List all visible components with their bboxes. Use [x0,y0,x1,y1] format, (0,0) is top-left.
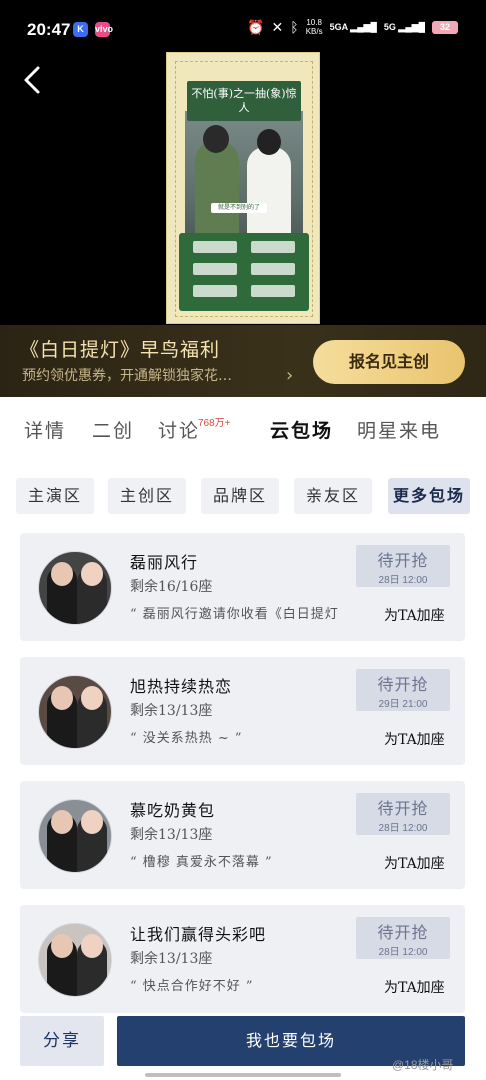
seats-remaining: 剩余13/13座 [130,827,213,843]
video-header: 20:47 K vivo ⏰ ✕ ᛒ 10.8 KB/s 5GA ▂▄▆█ 5G … [0,0,486,325]
app-vivo-icon: vivo [95,22,113,37]
booking-name: 慕吃奶黄包 [130,801,216,820]
signup-meet-creators-button[interactable]: 报名见主创 [313,340,465,384]
chevron-right-icon[interactable]: › [286,365,293,386]
avatar [38,551,112,625]
bluetooth-icon: ᛒ [290,19,299,35]
status-time: 20:47 [27,20,71,39]
signal-5ga-icon: 5GA ▂▄▆█ [329,21,377,32]
home-indicator[interactable] [145,1073,341,1077]
booking-card[interactable]: 磊丽风行 剩余16/16座 “ 磊丽风行邀请你收看《白日提灯 待开抢 28日 1… [20,533,465,641]
booking-quote: “ 没关系热热 ~ ” [130,731,243,746]
add-seat-link[interactable]: 为TA加座 [384,605,445,625]
battery-icon: 32 [432,20,458,34]
chip-more-bookings[interactable]: 更多包场 [388,478,470,514]
tab-discussion[interactable]: 讨论 [158,416,200,443]
tab-bar: 详情 二创 讨论 768万+ 云包场 明星来电 [0,398,486,460]
tab-fan-creation[interactable]: 二创 [92,416,134,443]
status-bar: 20:47 K vivo ⏰ ✕ ᛒ 10.8 KB/s 5GA ▂▄▆█ 5G … [0,0,486,60]
signal-5g-icon: 5G ▂▄▆█ [383,21,425,32]
add-seat-link[interactable]: 为TA加座 [384,729,445,749]
discussion-count-badge: 768万+ [198,418,231,429]
back-arrow-icon[interactable] [20,62,44,98]
share-button[interactable]: 分享 [20,1016,104,1066]
pending-grab-button[interactable]: 待开抢 28日 12:00 [356,545,450,587]
booking-card[interactable]: 旭热持续热恋 剩余13/13座 “ 没关系热热 ~ ” 待开抢 29日 21:0… [20,657,465,765]
add-seat-link[interactable]: 为TA加座 [384,977,445,997]
booking-name: 旭热持续热恋 [130,677,233,696]
chip-brands[interactable]: 品牌区 [201,478,279,514]
pending-grab-button[interactable]: 待开抢 29日 21:00 [356,669,450,711]
chip-lead-cast[interactable]: 主演区 [16,478,94,514]
seats-remaining: 剩余13/13座 [130,703,213,719]
avatar [38,675,112,749]
status-indicators: ⏰ ✕ ᛒ 10.8 KB/s 5GA ▂▄▆█ 5G ▂▄▆█ 32 [247,18,458,36]
mute-icon: ✕ [271,18,284,35]
poster-tag: 就是不到别的了 [211,203,267,213]
promo-title: 《白日提灯》早鸟福利 [20,339,221,361]
booking-quote: “ 快点合作好不好 ” [130,979,254,994]
tab-cloud-booking[interactable]: 云包场 [270,416,333,443]
pending-grab-button[interactable]: 待开抢 28日 12:00 [356,793,450,835]
booking-card[interactable]: 慕吃奶黄包 剩余13/13座 “ 橹穆 真爱永不落幕 ” 待开抢 28日 12:… [20,781,465,889]
alarm-icon: ⏰ [247,18,265,35]
booking-card[interactable]: 让我们赢得头彩吧 剩余13/13座 “ 快点合作好不好 ” 待开抢 28日 12… [20,905,465,1013]
seats-remaining: 剩余16/16座 [130,579,213,595]
chip-creators[interactable]: 主创区 [108,478,186,514]
tab-details[interactable]: 详情 [24,416,66,443]
avatar [38,799,112,873]
watermark: @18楼小哥 [392,1058,454,1072]
net-speed: 10.8 KB/s [305,18,323,36]
booking-quote: “ 磊丽风行邀请你收看《白日提灯 [130,607,339,622]
add-seat-link[interactable]: 为TA加座 [384,853,445,873]
promo-subtitle: 预约领优惠券，开通解锁独家花… [22,368,232,384]
seats-remaining: 剩余13/13座 [130,951,213,967]
poster-title: 不怕(事)之一抽(象)惊人 [187,81,301,121]
app-k-icon: K [73,22,88,37]
avatar [38,923,112,997]
pending-grab-button[interactable]: 待开抢 28日 12:00 [356,917,450,959]
movie-poster[interactable]: 不怕(事)之一抽(象)惊人 就是不到别的了 [166,52,320,324]
tab-star-call[interactable]: 明星来电 [357,416,441,443]
poster-credits [179,233,309,311]
booking-name: 让我们赢得头彩吧 [130,925,267,944]
chip-friends[interactable]: 亲友区 [294,478,372,514]
booking-quote: “ 橹穆 真爱永不落幕 ” [130,855,273,870]
booking-name: 磊丽风行 [130,553,199,572]
